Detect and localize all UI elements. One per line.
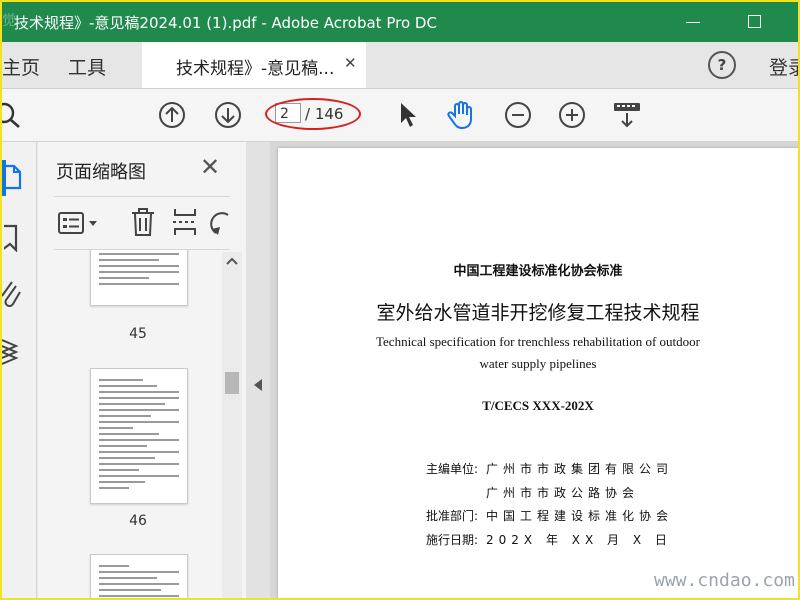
page-thumbnail[interactable] xyxy=(90,250,188,306)
minimize-button[interactable] xyxy=(678,8,708,36)
navigation-rail xyxy=(2,142,37,598)
info-key: 批准部门: xyxy=(426,509,479,523)
tab-bar: 主页 工具 技术规程》-意见稿... ✕ ? 登录 xyxy=(2,42,798,89)
next-page-icon[interactable] xyxy=(214,101,242,129)
info-value: 广州市市政集团有限公司 xyxy=(486,462,674,476)
scroll-up-icon[interactable] xyxy=(225,256,239,266)
close-panel-icon[interactable]: ✕ xyxy=(200,153,220,181)
info-value: 中国工程建设标准化协会 xyxy=(486,509,674,523)
scroll-mode-icon[interactable] xyxy=(612,99,642,131)
english-title-line-2: water supply pipelines xyxy=(479,356,597,371)
acrobat-window: 觉 技术规程》-意见稿2024.01 (1).pdf - Adobe Acrob… xyxy=(2,2,798,598)
search-icon[interactable] xyxy=(2,101,26,129)
attachment-icon[interactable] xyxy=(2,280,22,310)
scrollbar-thumb[interactable] xyxy=(225,372,239,394)
maximize-button[interactable] xyxy=(740,8,770,36)
layers-icon[interactable] xyxy=(2,338,24,368)
hand-tool-icon[interactable] xyxy=(446,99,478,131)
page-thumbnail[interactable] xyxy=(90,554,188,598)
page-thumbnail-number: 45 xyxy=(129,326,147,342)
delete-icon[interactable] xyxy=(130,207,156,237)
info-row: 施行日期: 202X 年 XX 月 X 日 xyxy=(426,531,672,548)
page-thumbnail[interactable] xyxy=(90,368,188,504)
page-thumbnail-number: 46 xyxy=(129,513,147,529)
info-row: 广州市市政公路协会 xyxy=(426,484,639,501)
info-key: 主编单位: xyxy=(426,462,479,476)
previous-page-icon[interactable] xyxy=(158,101,186,129)
select-arrow-icon[interactable] xyxy=(398,101,418,129)
info-value: 202X 年 XX 月 X 日 xyxy=(486,533,672,547)
sign-in-link[interactable]: 登录 xyxy=(769,53,798,80)
zoom-out-icon[interactable] xyxy=(504,101,532,129)
info-row: 批准部门: 中国工程建设标准化协会 xyxy=(426,507,673,524)
bookmark-icon[interactable] xyxy=(4,224,20,252)
highlight-ellipse xyxy=(265,98,361,130)
document-viewer[interactable]: 中国工程建设标准化协会标准 室外给水管道非开挖修复工程技术规程 Technica… xyxy=(270,142,798,598)
page-thumbnails-icon[interactable] xyxy=(4,164,22,190)
document-tab[interactable]: 技术规程》-意见稿... ✕ xyxy=(142,42,366,88)
info-row: 主编单位: 广州市市政集团有限公司 xyxy=(426,460,673,477)
close-tab-icon[interactable]: ✕ xyxy=(344,54,357,72)
site-watermark: www.cndao.com xyxy=(654,570,795,591)
panel-splitter[interactable] xyxy=(246,142,270,598)
standard-organization: 中国工程建设标准化协会标准 xyxy=(453,264,623,279)
info-key: 施行日期: xyxy=(426,533,479,547)
zoom-in-icon[interactable] xyxy=(558,101,586,129)
rotate-icon[interactable] xyxy=(210,207,232,237)
english-title-line-1: Technical specification for trenchless r… xyxy=(376,334,700,349)
document-tab-label: 技术规程》-意见稿... xyxy=(176,59,335,79)
thumbnail-panel: 页面缩略图 ✕ 45 46 xyxy=(38,142,247,598)
info-value: 广州市市政公路协会 xyxy=(486,486,640,500)
insert-page-icon[interactable] xyxy=(172,207,198,237)
options-menu-icon[interactable] xyxy=(58,211,102,235)
thumbnail-scrollbar[interactable] xyxy=(222,252,242,598)
help-icon[interactable]: ? xyxy=(708,51,736,79)
tab-tools[interactable]: 工具 xyxy=(68,53,106,80)
window-title: 技术规程》-意见稿2024.01 (1).pdf - Adobe Acrobat… xyxy=(14,14,437,32)
main-toolbar: 2 / 146 xyxy=(2,89,798,142)
title-bar: 觉 技术规程》-意见稿2024.01 (1).pdf - Adobe Acrob… xyxy=(2,2,798,42)
tab-home[interactable]: 主页 xyxy=(2,53,40,80)
document-title: 室外给水管道非开挖修复工程技术规程 xyxy=(376,302,700,324)
panel-toolbar xyxy=(54,196,230,250)
collapse-panel-icon[interactable] xyxy=(253,378,263,392)
standard-code: T/CECS XXX-202X xyxy=(482,398,594,413)
panel-title: 页面缩略图 xyxy=(56,162,146,183)
thumbnail-list: 45 46 xyxy=(38,250,222,598)
pdf-page: 中国工程建设标准化协会标准 室外给水管道非开挖修复工程技术规程 Technica… xyxy=(278,148,798,598)
